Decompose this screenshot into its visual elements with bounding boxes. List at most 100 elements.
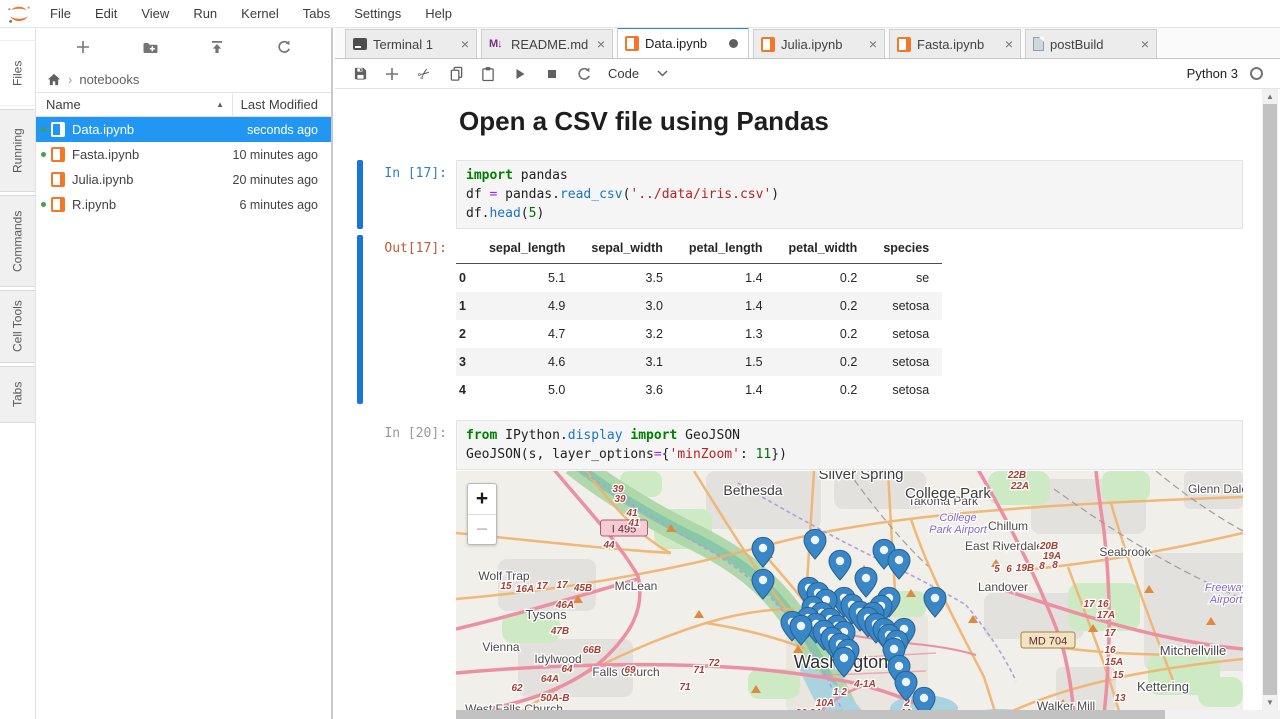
sidebar-tab-running[interactable]: Running <box>0 109 35 192</box>
upload-button[interactable] <box>203 34 231 60</box>
df-col-petal-length: petal_length <box>676 237 776 264</box>
home-icon[interactable] <box>47 73 61 86</box>
menu-help[interactable]: Help <box>413 0 464 28</box>
sidebar-tab-files[interactable]: Files <box>0 40 35 106</box>
new-launcher-button[interactable] <box>69 34 97 60</box>
file-row-r-ipynb[interactable]: R.ipynb6 minutes ago <box>36 192 331 217</box>
df-row: 45.03.61.40.2setosa <box>456 376 942 404</box>
sidebar-tab-commands[interactable]: Commands <box>0 195 35 287</box>
df-cell: 5.0 <box>476 376 578 404</box>
map-label-66b: 66B <box>583 645 601 656</box>
file-modified: 20 minutes ago <box>233 173 331 187</box>
route-shield-label: MD 704 <box>1029 636 1068 648</box>
notebook-heading[interactable]: Open a CSV file using Pandas <box>459 106 829 137</box>
horizontal-scrollbar-thumb[interactable] <box>456 710 1165 719</box>
scroll-up-icon[interactable]: ▲ <box>1262 89 1278 104</box>
file-name: R.ipynb <box>72 197 239 212</box>
df-cell: 1.4 <box>676 292 776 320</box>
cell-type-select[interactable]: Code <box>608 66 639 81</box>
file-name: Fasta.ipynb <box>72 147 233 162</box>
df-cell: 1.4 <box>676 264 776 293</box>
map-zoom-control: + − <box>467 483 497 545</box>
breadcrumb: › notebooks <box>36 66 331 92</box>
breadcrumb-current[interactable]: notebooks <box>79 72 139 87</box>
zoom-in-button[interactable]: + <box>468 484 496 514</box>
file-row-fasta-ipynb[interactable]: Fasta.ipynb10 minutes ago <box>36 142 331 167</box>
file-row-julia-ipynb[interactable]: Julia.ipynb20 minutes ago <box>36 167 331 192</box>
menu-items: FileEditViewRunKernelTabsSettingsHelp <box>38 0 464 28</box>
map-label-17: 17 <box>536 581 548 592</box>
menu-settings[interactable]: Settings <box>342 0 413 28</box>
df-row: 24.73.21.30.2setosa <box>456 320 942 348</box>
close-icon[interactable]: × <box>1141 37 1149 51</box>
menu-run[interactable]: Run <box>181 0 229 28</box>
code-editor-1[interactable]: import pandasdf = pandas.read_csv('../da… <box>456 160 1243 229</box>
menu-file[interactable]: File <box>38 0 83 28</box>
sidebar-tab-cell-tools[interactable]: Cell Tools <box>0 290 35 363</box>
notebook-file-icon <box>51 172 65 187</box>
map-label-41: 41 <box>627 518 640 529</box>
df-index: 3 <box>456 348 476 376</box>
kernel-status-icon[interactable] <box>1250 67 1263 80</box>
code-cell-2[interactable]: In [20]: from IPython.display import Geo… <box>335 420 1243 470</box>
code-editor-2[interactable]: from IPython.display import GeoJSONGeoJS… <box>456 420 1243 470</box>
map-label-17a: 17A <box>1097 610 1115 621</box>
code-line: GeoJSON(s, layer_options={'minZoom': 11}… <box>466 445 1233 464</box>
map-marker-icon <box>913 687 935 711</box>
kernel-running-indicator <box>36 127 51 132</box>
sidebar-tab-tabs[interactable]: Tabs <box>0 366 35 423</box>
run-button[interactable] <box>504 60 536 88</box>
menu-tabs[interactable]: Tabs <box>291 0 342 28</box>
file-browser: › notebooks Name ▲ Last Modified Data.ip… <box>36 28 333 719</box>
horizontal-scrollbar[interactable] <box>456 710 1280 719</box>
column-header-name[interactable]: Name ▲ <box>36 93 233 116</box>
close-icon[interactable]: × <box>597 37 605 51</box>
tab-data-ipynb[interactable]: Data.ipynb <box>617 27 749 58</box>
map-label-east-riverdale: East Riverdale <box>965 539 1043 553</box>
scroll-down-icon[interactable]: ▼ <box>1262 695 1278 710</box>
stop-button[interactable] <box>536 60 568 88</box>
df-index: 2 <box>456 320 476 348</box>
notebook-panel: Open a CSV file using Pandas In [17]: im… <box>335 89 1280 719</box>
column-header-modified[interactable]: Last Modified <box>233 93 331 116</box>
copy-cells-button[interactable] <box>440 60 472 88</box>
tab-readme-md[interactable]: M↓README.md× <box>481 29 613 58</box>
zoom-out-button[interactable]: − <box>468 514 496 544</box>
close-icon[interactable]: × <box>1005 37 1013 51</box>
tab-postbuild[interactable]: postBuild× <box>1025 29 1157 58</box>
df-cell: 1.4 <box>676 376 776 404</box>
refresh-button[interactable] <box>270 34 298 60</box>
new-folder-button[interactable] <box>136 34 164 60</box>
kernel-name[interactable]: Python 3 <box>1187 66 1238 81</box>
tab-fasta-ipynb[interactable]: Fasta.ipynb× <box>889 29 1021 58</box>
menu-bar: FileEditViewRunKernelTabsSettingsHelp <box>0 0 1280 28</box>
code-line: from IPython.display import GeoJSON <box>466 426 1233 445</box>
df-cell: 3.5 <box>578 264 676 293</box>
cut-cells-button[interactable]: ✂ <box>408 60 440 88</box>
vertical-scrollbar-thumb[interactable] <box>1263 104 1277 695</box>
code-cell-1[interactable]: In [17]: import pandasdf = pandas.read_c… <box>335 160 1243 229</box>
map-label-15: 15 <box>1112 670 1124 681</box>
close-icon[interactable]: × <box>461 37 469 51</box>
notebook-icon <box>761 37 775 52</box>
restart-kernel-button[interactable] <box>568 60 600 88</box>
menu-view[interactable]: View <box>129 0 181 28</box>
vertical-scrollbar[interactable]: ▲ ▼ <box>1262 89 1278 710</box>
tab-julia-ipynb[interactable]: Julia.ipynb× <box>753 29 885 58</box>
map-canvas[interactable]: I 495MD 704 BethesdaSilver SpringTakoma … <box>456 471 1243 711</box>
map-label-71: 71 <box>693 665 705 676</box>
tab-label: Data.ipynb <box>645 36 723 51</box>
geojson-map-output[interactable]: I 495MD 704 BethesdaSilver SpringTakoma … <box>456 471 1243 711</box>
insert-cell-button[interactable] <box>376 60 408 88</box>
map-label-kettering: Kettering <box>1137 679 1189 694</box>
close-icon[interactable]: × <box>869 37 877 51</box>
menu-kernel[interactable]: Kernel <box>229 0 291 28</box>
paste-cells-button[interactable] <box>472 60 504 88</box>
tab-terminal-1[interactable]: Terminal 1× <box>345 29 477 58</box>
df-cell: 0.2 <box>776 320 871 348</box>
chevron-down-icon[interactable] <box>657 70 668 77</box>
file-list-header: Name ▲ Last Modified <box>36 92 331 117</box>
save-button[interactable] <box>344 60 376 88</box>
menu-edit[interactable]: Edit <box>83 0 129 28</box>
file-row-data-ipynb[interactable]: Data.ipynbseconds ago <box>36 117 331 142</box>
